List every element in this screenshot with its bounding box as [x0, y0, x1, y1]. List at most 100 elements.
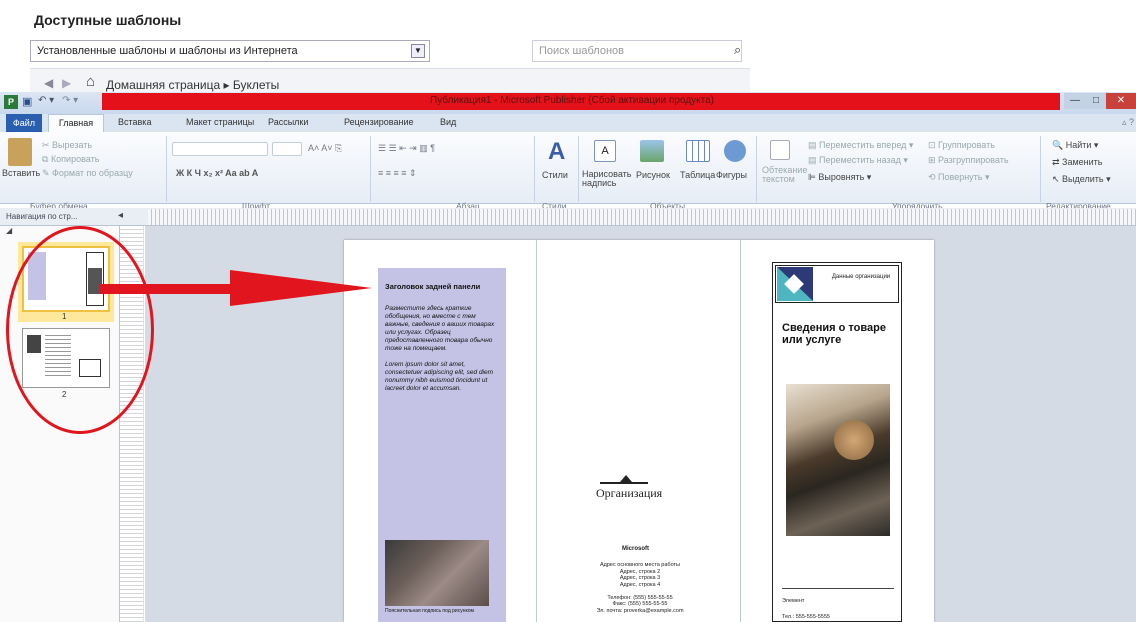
styles-icon: A — [548, 138, 566, 165]
company-label[interactable]: Microsoft — [622, 546, 649, 552]
paste-button[interactable]: Вставить — [2, 168, 40, 178]
cut-button[interactable]: ✂ Вырезать — [42, 140, 92, 151]
wrap-text-button[interactable]: Обтекание текстом — [762, 166, 807, 184]
align-buttons[interactable]: ≡ ≡ ≡ ≡ ⇕ — [378, 168, 417, 179]
window-title: Публикация1 - Microsoft Publisher (Сбой … — [430, 95, 714, 106]
tab-review[interactable]: Рецензирование — [344, 117, 414, 127]
template-search-input[interactable]: Поиск шаблонов — [532, 40, 742, 62]
child-computer-photo[interactable] — [786, 384, 890, 536]
search-icon[interactable]: ⌕ — [734, 42, 741, 58]
send-backward-button[interactable]: ▤ Переместить назад ▾ — [808, 155, 908, 166]
cut-label: Вырезать — [52, 140, 93, 150]
send-backward-label: Переместить назад — [819, 155, 901, 165]
breadcrumb[interactable]: Домашняя страница ▸ Буклеты — [106, 78, 279, 92]
group-label: Группировать — [938, 140, 995, 150]
logo-org-text[interactable]: Данные организации — [828, 274, 894, 281]
redo-icon[interactable]: ↷ ▾ — [62, 95, 78, 106]
front-phone[interactable]: Тел.: 555-555-5555 — [782, 614, 830, 620]
org-logo-mark — [620, 475, 632, 482]
annotation-ellipse — [6, 226, 154, 434]
expand-arrow-icon[interactable]: ◢ — [6, 226, 12, 235]
save-icon[interactable]: ▣ — [22, 95, 32, 108]
ribbon-divider — [1040, 136, 1041, 202]
front-address[interactable]: Элемент — [782, 598, 804, 604]
rotate-button[interactable]: ⟲ Повернуть ▾ — [928, 172, 990, 183]
tab-home[interactable]: Главная — [48, 114, 104, 133]
copy-label: Копировать — [50, 154, 100, 164]
font-grow-shrink-icon[interactable]: A˄ A˅ ⎘ — [308, 143, 342, 154]
copy-button[interactable]: ⧉ Копировать — [42, 154, 99, 165]
paste-icon — [8, 138, 32, 166]
help-icon[interactable]: ▵ ? — [1122, 117, 1134, 128]
chevron-down-icon[interactable]: ▼ — [411, 44, 425, 58]
tab-file[interactable]: Файл — [6, 114, 42, 132]
maximize-icon[interactable]: □ — [1086, 93, 1106, 109]
minimize-icon[interactable]: — — [1064, 93, 1086, 109]
photo-detail — [834, 420, 874, 460]
format-painter-button[interactable]: ✎ Формат по образцу — [42, 168, 133, 179]
panel-body-p2: Lorem ipsum dolor sit amet, consectetuer… — [385, 361, 494, 392]
ribbon-divider — [166, 136, 167, 202]
panel-body[interactable]: Разместите здесь краткие обобщения, но в… — [385, 305, 501, 393]
shapes-button[interactable]: Фигуры — [716, 170, 747, 180]
forward-arrow-icon[interactable]: ▶ — [62, 76, 71, 90]
align-objects-label: Выровнять — [818, 172, 865, 182]
table-button[interactable]: Таблица — [680, 170, 715, 180]
close-icon[interactable]: ✕ — [1106, 93, 1136, 109]
find-label: Найти — [1065, 140, 1092, 150]
available-templates-title: Доступные шаблоны — [34, 12, 182, 28]
annotation-arrow — [100, 270, 372, 306]
list-buttons[interactable]: ☰ ☰ ⇤ ⇥ ▥ ¶ — [378, 143, 435, 154]
ribbon-divider — [756, 136, 757, 202]
picture-icon — [640, 140, 664, 162]
ungroup-button[interactable]: ⊞ Разгруппировать — [928, 155, 1009, 166]
window-controls: — □ ✕ — [1064, 93, 1136, 109]
format-painter-label: Формат по образцу — [52, 168, 133, 178]
styles-button[interactable]: Стили — [542, 170, 568, 180]
annotation-arrow-shape — [100, 270, 372, 306]
undo-icon[interactable]: ↶ ▾ — [38, 95, 54, 106]
picture-button[interactable]: Рисунок — [636, 170, 670, 180]
panel-heading[interactable]: Заголовок задней панели — [385, 282, 503, 291]
column-guide — [740, 240, 741, 622]
select-button[interactable]: ↖ Выделить ▾ — [1052, 174, 1111, 185]
text-box-icon: A — [594, 140, 616, 162]
replace-button[interactable]: ⇄ Заменить — [1052, 157, 1103, 168]
draw-text-box-button[interactable]: Нарисовать надпись — [582, 170, 632, 188]
ribbon-divider — [534, 136, 535, 202]
photo-caption[interactable]: Пояснительная подпись под рисунком — [385, 608, 501, 614]
collapse-pane-icon[interactable]: ◂ — [118, 210, 123, 221]
tab-mailings[interactable]: Рассылки — [268, 117, 308, 127]
organization-name[interactable]: Организация — [596, 486, 662, 501]
product-title[interactable]: Сведения о товаре или услуге — [782, 322, 892, 346]
org-logo-line — [600, 482, 648, 484]
font-size-combobox[interactable] — [272, 142, 302, 156]
tab-insert[interactable]: Вставка — [118, 117, 151, 127]
bring-forward-label: Переместить вперед — [819, 140, 907, 150]
tab-page-layout[interactable]: Макет страницы — [186, 117, 254, 127]
select-label: Выделить — [1062, 174, 1104, 184]
back-arrow-icon[interactable]: ◀ — [44, 76, 53, 90]
shapes-icon — [724, 140, 746, 162]
ribbon-tab-bar — [0, 114, 1136, 132]
font-name-combobox[interactable] — [172, 142, 268, 156]
divider — [782, 588, 894, 589]
font-format-buttons[interactable]: Ж К Ч x₂ x² Aa ab A — [176, 168, 258, 178]
ribbon-divider — [370, 136, 371, 202]
replace-label: Заменить — [1062, 157, 1103, 167]
publisher-app-icon[interactable]: P — [4, 95, 18, 109]
horizontal-ruler[interactable] — [148, 209, 1136, 225]
bring-forward-button[interactable]: ▤ Переместить вперед ▾ — [808, 140, 913, 151]
table-icon — [686, 140, 710, 162]
page-navigation-title: Навигация по стр... — [6, 212, 78, 221]
group-button[interactable]: ⊡ Группировать — [928, 140, 995, 151]
template-source-value: Установленные шаблоны и шаблоны из Интер… — [37, 45, 298, 57]
align-objects-button[interactable]: ⊫ Выровнять ▾ — [808, 172, 871, 183]
column-guide — [536, 240, 537, 622]
keyboard-photo[interactable] — [385, 540, 489, 606]
tab-view[interactable]: Вид — [440, 117, 456, 127]
home-icon[interactable]: ⌂ — [86, 73, 95, 90]
address-block[interactable]: Адрес основного места работы Адрес, стро… — [585, 562, 695, 614]
template-source-select[interactable]: Установленные шаблоны и шаблоны из Интер… — [30, 40, 430, 62]
find-button[interactable]: 🔍 Найти ▾ — [1052, 140, 1098, 151]
